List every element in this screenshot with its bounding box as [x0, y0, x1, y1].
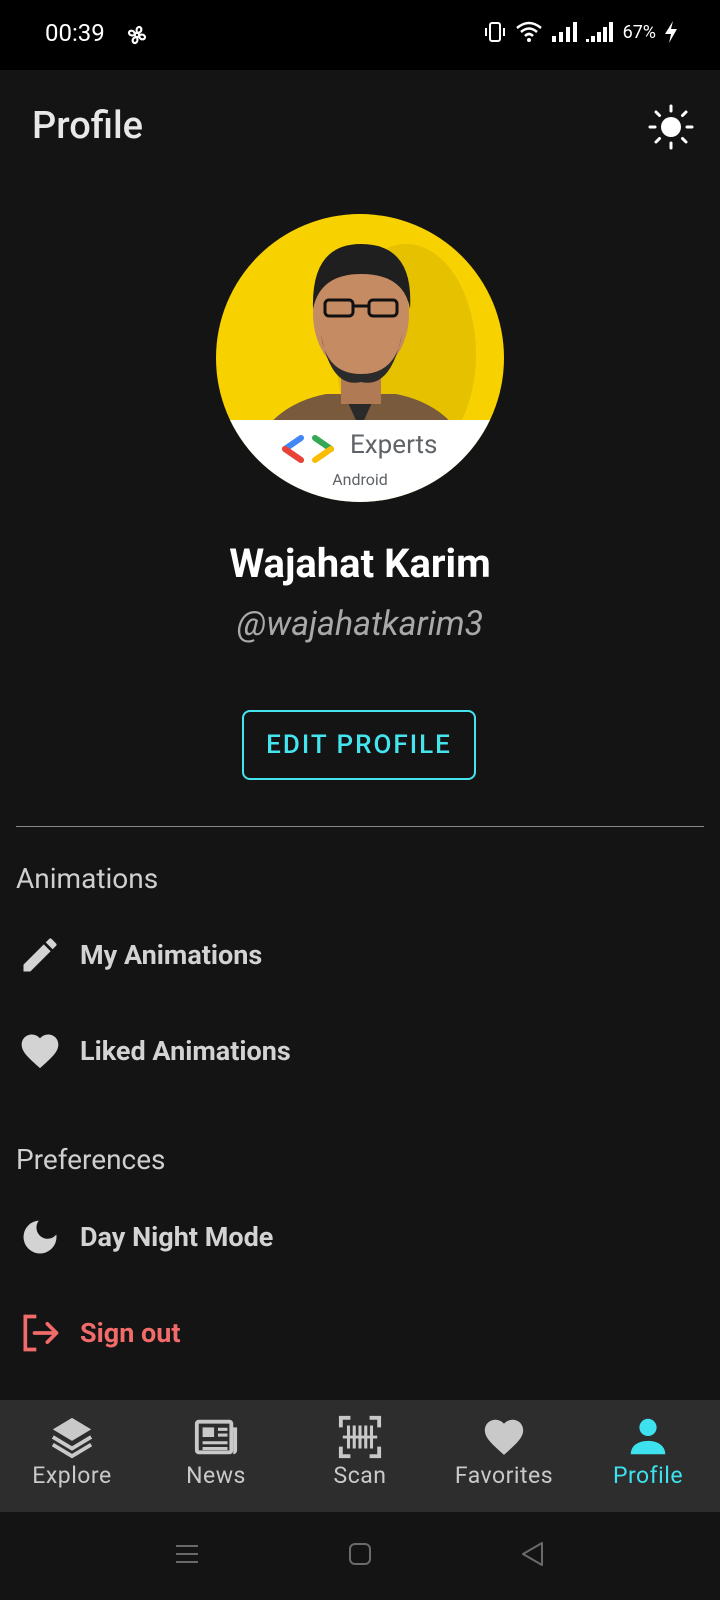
nav-label: Scan	[333, 1462, 387, 1489]
vibrate-icon	[484, 22, 505, 42]
layers-icon	[51, 1417, 93, 1459]
nav-label: Favorites	[454, 1462, 554, 1489]
back-icon[interactable]	[518, 1540, 546, 1568]
profile-handle: @wajahatkarim3	[236, 604, 484, 644]
pencil-icon	[23, 938, 57, 972]
menu-icon[interactable]	[173, 1540, 201, 1568]
nav-label: Explore	[32, 1462, 112, 1489]
menu-label: Day Night Mode	[80, 1221, 274, 1253]
menu-label: Sign out	[80, 1317, 181, 1349]
charging-icon	[665, 21, 677, 43]
heart-icon	[21, 1034, 59, 1069]
badge-experts: Experts	[350, 430, 438, 460]
battery-percent: 67%	[622, 21, 656, 43]
bottom-navigation: Explore News Scan Favorites Profile	[0, 1400, 720, 1512]
signal-icon	[551, 22, 577, 42]
heart-icon	[484, 1419, 524, 1455]
gde-logo-icon	[282, 435, 334, 463]
avatar: Experts Android	[216, 214, 504, 502]
menu-my-animations[interactable]: My Animations	[0, 915, 720, 995]
signal-icon-2	[585, 22, 613, 42]
page-title: Profile	[32, 104, 144, 148]
section-animations-title: Animations	[16, 862, 159, 895]
fan-icon	[127, 25, 147, 45]
menu-label: My Animations	[80, 939, 263, 971]
wifi-icon	[515, 21, 542, 42]
nav-favorites[interactable]: Favorites	[432, 1400, 576, 1512]
menu-liked-animations[interactable]: Liked Animations	[0, 1011, 720, 1091]
nav-scan[interactable]: Scan	[288, 1400, 432, 1512]
logout-icon	[23, 1314, 59, 1352]
person-icon	[630, 1418, 666, 1455]
status-bar: 00:39 67%	[0, 0, 720, 70]
status-time: 00:39	[45, 19, 105, 47]
sun-icon[interactable]	[648, 104, 694, 150]
nav-profile[interactable]: Profile	[576, 1400, 720, 1512]
edit-profile-button[interactable]: EDIT PROFILE	[242, 710, 476, 780]
home-icon[interactable]	[346, 1540, 374, 1568]
menu-sign-out[interactable]: Sign out	[0, 1293, 720, 1373]
nav-label: News	[186, 1462, 246, 1489]
newspaper-icon	[194, 1419, 238, 1455]
nav-news[interactable]: News	[144, 1400, 288, 1512]
profile-name: Wajahat Karim	[229, 540, 491, 587]
nav-label: Profile	[612, 1462, 684, 1489]
system-navigation-bar	[0, 1512, 720, 1600]
moon-icon	[23, 1220, 57, 1254]
menu-label: Liked Animations	[80, 1035, 291, 1067]
badge-android: Android	[332, 470, 388, 489]
menu-day-night-mode[interactable]: Day Night Mode	[0, 1197, 720, 1277]
section-preferences-title: Preferences	[16, 1143, 166, 1176]
gde-badge: Experts Android	[216, 420, 504, 502]
nav-explore[interactable]: Explore	[0, 1400, 144, 1512]
divider	[16, 826, 704, 827]
barcode-scan-icon	[338, 1415, 382, 1459]
